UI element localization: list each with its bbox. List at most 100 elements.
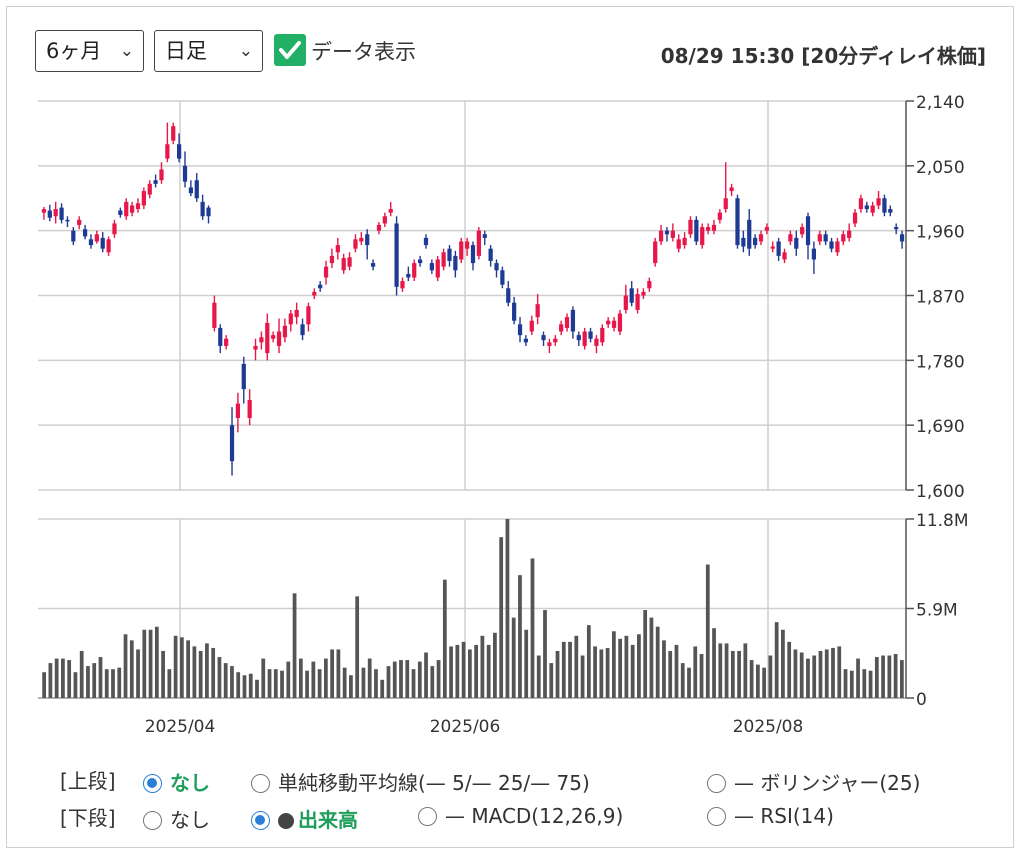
lower-section-label: [下段] [60,806,116,830]
lower-option-macd[interactable]: — MACD(12,26,9) [418,804,623,828]
volume-bar [730,650,735,698]
volume-bar [123,634,128,698]
candle-down [864,205,869,210]
candle-down [753,237,758,246]
candle-down [888,209,893,213]
volume-bar [774,622,779,698]
candle-up [412,263,417,278]
upper-option-none[interactable]: なし [143,767,210,796]
stock-chart: 2,140 2,050 1,960 1,870 1,780 1,690 1,600 11.8M… [38,93,969,737]
volume-bar [305,670,309,698]
volume-bar [117,667,122,698]
candle-up [382,216,387,224]
candle-up [288,313,293,325]
candle-up [335,245,340,253]
volume-bar [831,647,835,698]
volume-bar [618,638,623,698]
volume-bar [161,650,165,698]
upper-section-label: [上段] [60,769,116,793]
volume-bar [574,635,579,698]
volume-bar [230,666,234,698]
volume-bar [148,629,153,698]
volume-bar [749,660,754,698]
radio-icon [251,774,270,793]
volume-bar [624,635,629,698]
candle-up [770,246,775,249]
candle-down [417,259,423,264]
volume-bar [843,669,848,698]
candle-up [641,291,646,296]
candle-up [441,252,446,267]
candle-up [459,241,464,260]
volume-bar [611,631,616,698]
candle-up [388,209,393,213]
candle-up [312,291,317,296]
candle-up [271,335,276,339]
candle-up [817,234,822,242]
lower-option-volume-label: 出来高 [298,808,358,832]
volume-bar [211,647,216,698]
volume-bar [555,650,560,698]
volume-bar [849,670,854,698]
candle-down [899,234,905,242]
candle-up [359,237,364,242]
candle-up [235,403,241,418]
volume-bar [881,655,885,698]
volume-bar [856,658,860,698]
upper-option-bollinger[interactable]: — ボリンジャー(25) [707,767,920,796]
candle-down [453,255,458,271]
volume-bar [442,579,447,698]
candle-up [700,227,705,246]
candle-down [229,425,235,462]
price-tick-label: 2,050 [916,158,965,178]
candle-up [476,230,481,256]
volume-bar [461,641,466,698]
volume-bar [217,657,222,698]
volume-bar [737,650,741,698]
volume-bar [543,610,547,698]
volume-bar [79,650,84,698]
volume-bar [129,640,134,698]
candle-down [177,144,182,159]
volume-bar [718,643,723,698]
volume-bar [54,658,59,698]
volume-bar [505,519,510,698]
volume-bar [173,635,178,698]
volume-bar [787,641,792,698]
lower-option-none[interactable]: なし [143,804,210,833]
candle-up [329,255,335,264]
volume-tick-label: 11.8M [916,511,969,531]
candle-up [106,239,111,253]
volume-bar [549,663,554,698]
volume-bar [374,669,378,698]
volume-bar [386,666,391,698]
lower-option-rsi[interactable]: — RSI(14) [707,804,834,828]
candle-up [600,327,605,343]
price-tick-label: 1,960 [916,223,965,243]
volume-bar [687,667,691,698]
candle-down [118,210,123,215]
candle-down [82,229,88,237]
candle-up [658,230,664,242]
volume-bar [336,649,341,698]
candle-up [353,239,358,249]
candle-down [182,165,188,182]
candle-down [500,270,505,285]
price-tick-label: 1,690 [916,417,965,437]
upper-option-sma[interactable]: 単純移動平均線(— 5/— 25/— 75) [251,767,590,796]
candle-down [241,363,246,390]
candle-down [517,324,523,336]
candle-down [100,237,105,249]
candle-down [200,201,205,217]
candle-down [882,198,887,213]
candle-up [606,320,611,325]
radio-icon [143,811,162,830]
candle-up [758,234,764,242]
lower-option-volume[interactable]: 出来高 [251,804,358,833]
volume-bar [136,649,140,698]
candle-up [876,198,881,206]
volume-bar [762,667,767,698]
candle-up [212,302,217,328]
volume-bar [593,646,597,698]
volume-bar [292,593,297,698]
